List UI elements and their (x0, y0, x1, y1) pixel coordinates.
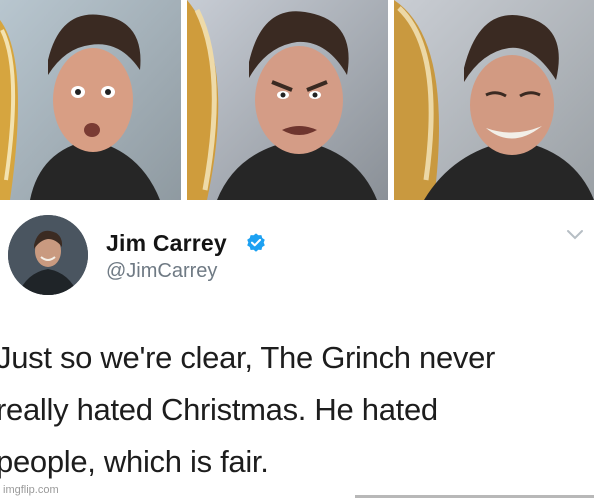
photo-strip (0, 0, 594, 200)
display-name[interactable]: Jim Carrey (106, 230, 227, 257)
tweet-text-line: Just so we're clear, The Grinch never (0, 340, 496, 375)
photo-panel-grimace (187, 0, 388, 200)
photo-panel-grin (394, 0, 594, 200)
tweet-text-line: people, which is fair. (0, 444, 269, 479)
chevron-down-icon[interactable] (566, 228, 584, 242)
tweet-text-line: really hated Christmas. He hated (0, 392, 438, 427)
user-handle[interactable]: @JimCarrey (106, 260, 217, 283)
watermark: imgflip.com (3, 484, 59, 496)
tweet-text: Just so we're clear, The Grinch never re… (0, 332, 594, 488)
verified-badge-icon (247, 233, 265, 252)
photo-panel-surprised (0, 0, 181, 200)
divider (355, 495, 594, 498)
avatar[interactable] (8, 215, 88, 295)
